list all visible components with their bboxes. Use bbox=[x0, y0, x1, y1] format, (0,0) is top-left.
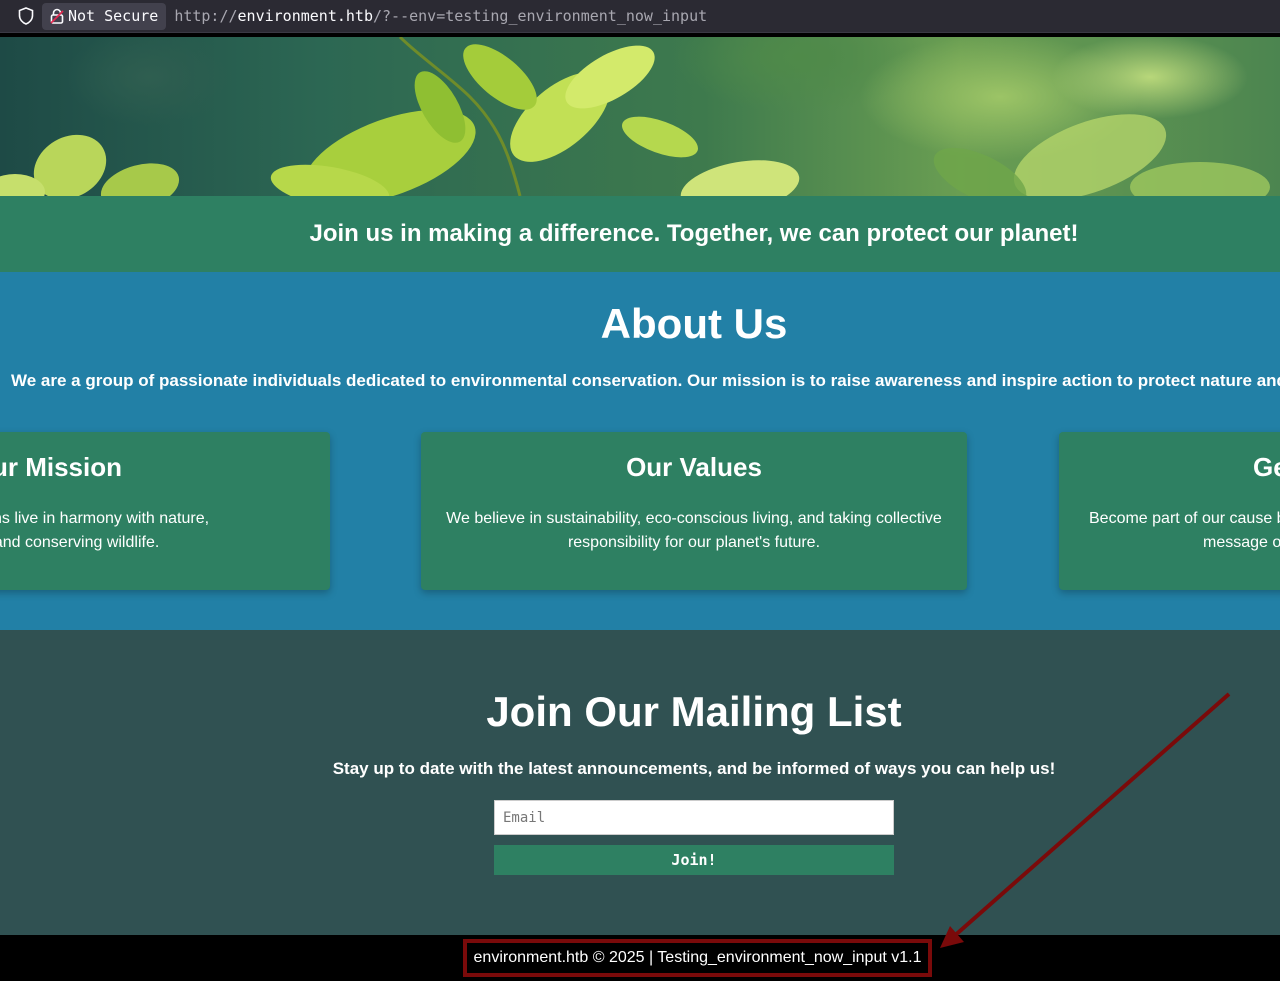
footer: environment.htb © 2025 | Testing_environ… bbox=[0, 935, 1280, 981]
join-button[interactable]: Join! bbox=[494, 845, 894, 875]
footer-text: environment.htb © 2025 | Testing_environ… bbox=[473, 949, 922, 966]
url-scheme: http:// bbox=[174, 7, 238, 25]
url-text[interactable]: http://environment.htb/?--env=testing_en… bbox=[174, 7, 707, 25]
card-title: Our Values bbox=[626, 452, 762, 482]
card-text: where humans live in harmony with nature… bbox=[0, 507, 306, 555]
lock-icon bbox=[50, 8, 64, 24]
mailing-subtitle: Stay up to date with the latest announce… bbox=[332, 759, 1056, 778]
mission-card: ur Mission where humans live in harmony … bbox=[0, 432, 330, 590]
banner-text: Join us in making a difference. Together… bbox=[309, 220, 1079, 247]
security-label: Not Secure bbox=[68, 7, 159, 25]
mailing-list-section: Join Our Mailing List Stay up to date wi… bbox=[0, 630, 1280, 935]
about-section: About Us We are a group of passionate in… bbox=[0, 272, 1280, 630]
url-path: /?--env=testing_environment_now_input bbox=[373, 7, 708, 25]
get-involved-card: Ge Become part of our cause b message of bbox=[1059, 432, 1280, 590]
card-title: Ge bbox=[1253, 452, 1280, 482]
card-text-line: Become part of our cause b bbox=[1089, 510, 1280, 527]
hero-image bbox=[0, 37, 1280, 196]
card-text-line: We believe in sustainability, eco-consci… bbox=[446, 510, 942, 527]
card-text: Become part of our cause b message of bbox=[1083, 507, 1280, 555]
address-bar[interactable]: Not Secure http://environment.htb/?--env… bbox=[0, 0, 1280, 33]
card-text-line: where humans live in harmony with nature… bbox=[0, 510, 210, 527]
card-text-line: ution and conserving wildlife. bbox=[0, 534, 160, 551]
footer-highlight-box: environment.htb © 2025 | Testing_environ… bbox=[463, 939, 932, 977]
mailing-title: Join Our Mailing List bbox=[486, 688, 902, 735]
email-input[interactable] bbox=[494, 800, 894, 835]
card-title: ur Mission bbox=[0, 452, 122, 482]
card-text-line: message of bbox=[1203, 534, 1280, 551]
about-title: About Us bbox=[600, 300, 788, 347]
security-indicator[interactable]: Not Secure bbox=[42, 2, 167, 30]
card-text: We believe in sustainability, eco-consci… bbox=[445, 507, 943, 555]
card-text-line: responsibility for our planet's future. bbox=[567, 534, 821, 551]
shield-icon[interactable] bbox=[14, 4, 38, 28]
url-host: environment.htb bbox=[237, 7, 373, 25]
join-banner: Join us in making a difference. Together… bbox=[0, 196, 1280, 272]
values-card: Our Values We believe in sustainability,… bbox=[421, 432, 967, 590]
about-description: We are a group of passionate individuals… bbox=[11, 371, 1280, 390]
